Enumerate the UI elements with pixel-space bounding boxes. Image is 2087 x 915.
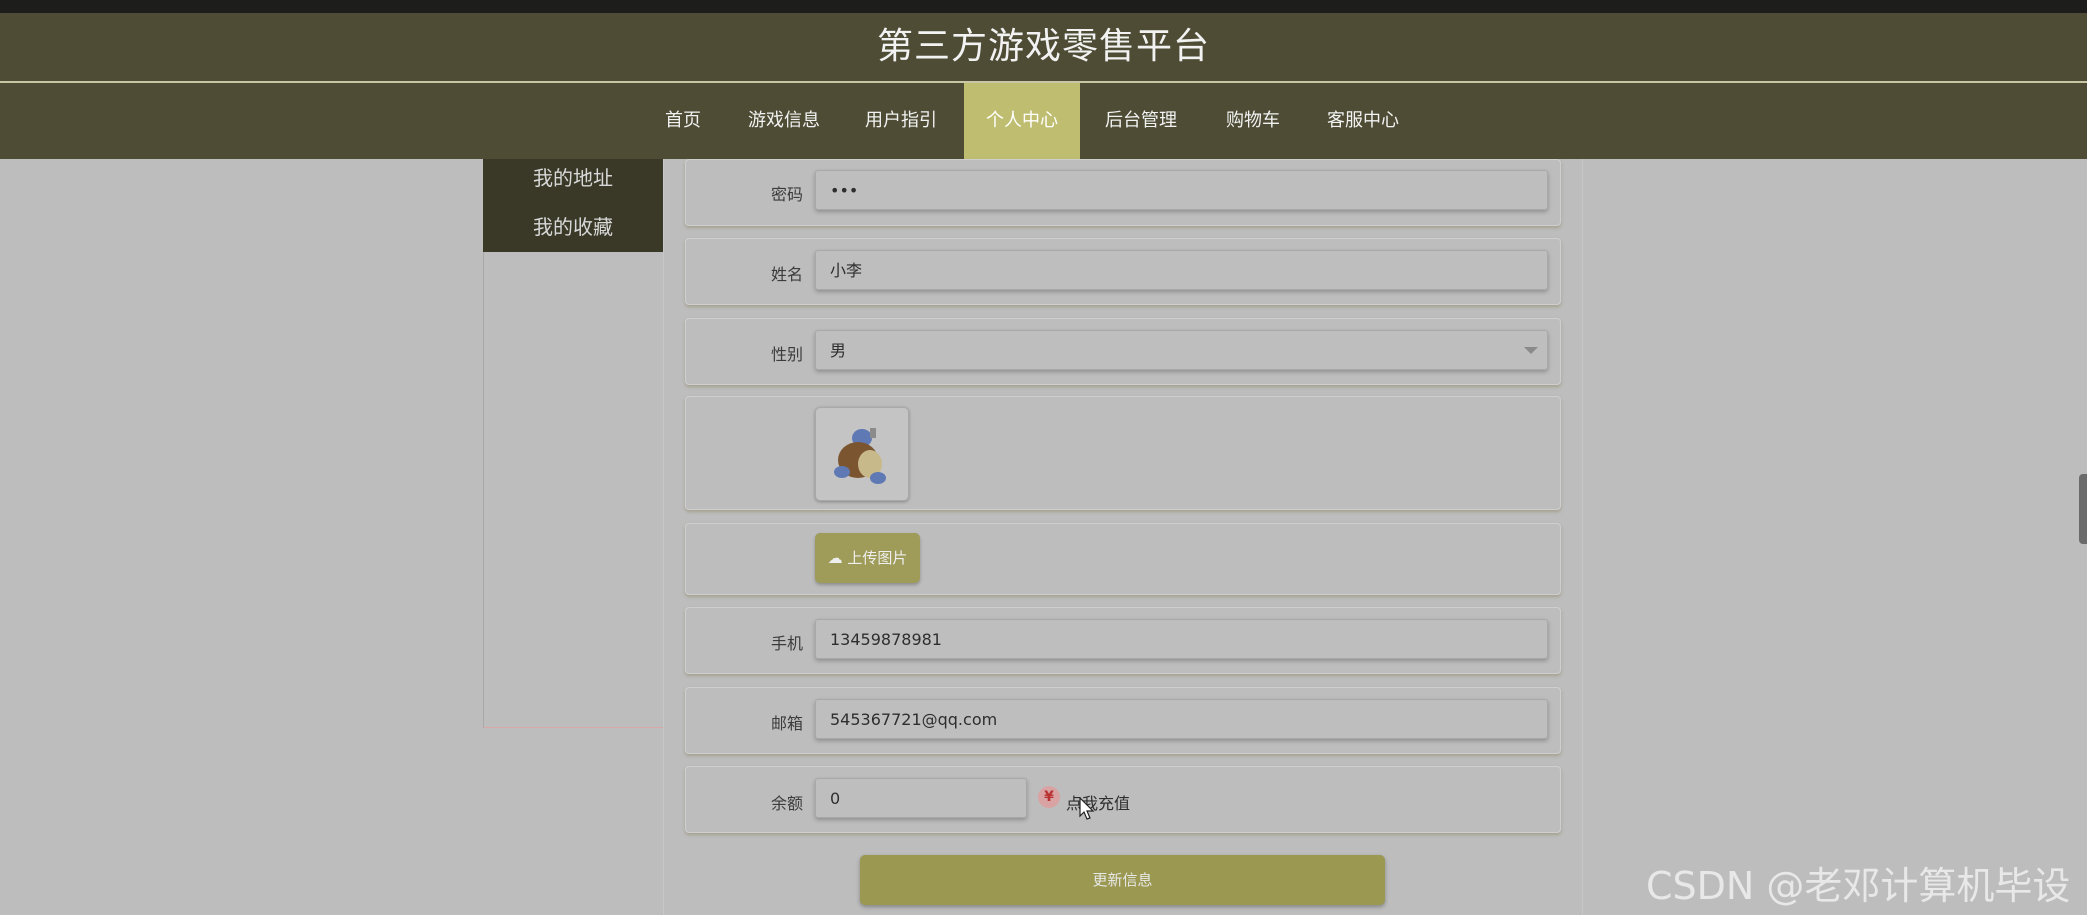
phone-input[interactable]: 13459878981: [815, 619, 1548, 659]
phone-label: 手机: [770, 634, 803, 653]
gender-select[interactable]: 男: [815, 330, 1548, 370]
sidebar-item-my-address[interactable]: 我的地址: [483, 155, 663, 201]
nav-game-info[interactable]: 游戏信息: [734, 83, 834, 159]
nav-user-guide[interactable]: 用户指引: [851, 83, 951, 159]
browser-top-bar: [0, 0, 2087, 13]
upload-image-button[interactable]: ☁ 上传图片: [815, 533, 920, 583]
nav-home[interactable]: 首页: [650, 83, 716, 159]
email-input[interactable]: 545367721@qq.com: [815, 699, 1548, 739]
password-label: 密码: [770, 185, 803, 204]
sidebar-item-my-favorites[interactable]: 我的收藏: [483, 204, 663, 250]
update-info-button[interactable]: 更新信息: [860, 855, 1385, 905]
balance-input[interactable]: 0: [815, 778, 1027, 818]
chevron-down-icon: [1524, 347, 1538, 354]
watermark: CSDN @老邓计算机毕设: [1646, 864, 2071, 908]
upload-button-label: 上传图片: [847, 549, 908, 567]
cloud-upload-icon: ☁: [827, 549, 843, 567]
balance-label: 余额: [770, 794, 803, 813]
site-title: 第三方游戏零售平台: [876, 26, 1210, 67]
turtle-avatar-icon: [834, 428, 886, 484]
scrollbar-thumb[interactable]: [2079, 474, 2087, 544]
nav-cart[interactable]: 购物车: [1213, 83, 1293, 159]
name-label: 姓名: [770, 265, 803, 284]
password-input[interactable]: •••: [815, 170, 1548, 210]
nav-customer-service[interactable]: 客服中心: [1313, 83, 1413, 159]
mouse-cursor-icon: [1079, 797, 1095, 820]
email-label: 邮箱: [770, 714, 803, 733]
nav-admin[interactable]: 后台管理: [1091, 83, 1191, 159]
avatar: [815, 407, 909, 501]
yuan-icon: ¥: [1038, 786, 1060, 808]
gender-label: 性别: [770, 345, 803, 364]
recharge-link[interactable]: 点我充值: [1066, 790, 1130, 814]
nav-personal-center[interactable]: 个人中心: [964, 83, 1080, 159]
name-input[interactable]: 小李: [815, 250, 1548, 290]
